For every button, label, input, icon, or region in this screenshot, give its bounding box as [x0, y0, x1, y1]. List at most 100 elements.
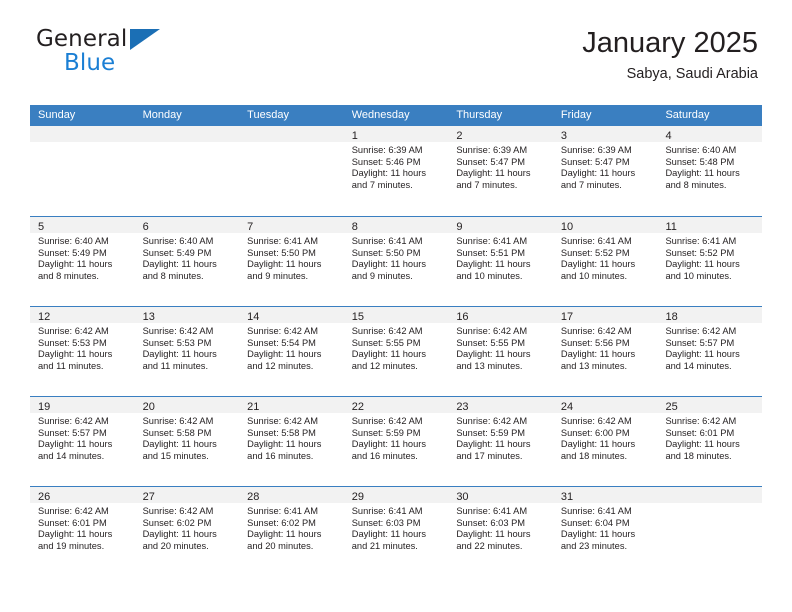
daylight-text: Daylight: 11 hours and 8 minutes. [142, 259, 217, 281]
daylight-text: Daylight: 11 hours and 7 minutes. [456, 168, 531, 190]
calendar-grid: Sunday Monday Tuesday Wednesday Thursday Frid… [30, 105, 763, 576]
day-number: 22 [351, 401, 364, 413]
daylight-text: Daylight: 11 hours and 10 minutes. [665, 259, 740, 281]
location-subtitle: Sabya, Saudi Arabia [626, 66, 758, 82]
sunset-text: Sunset: 6:04 PM [560, 517, 630, 528]
day-details: Sunrise: 6:41 AM Sunset: 5:50 PM Daylight:… [239, 233, 344, 282]
day-cell[interactable]: 9 Sunrise: 6:41 AM Sunset: 5:51 PM Daylight… [448, 217, 553, 306]
daylight-text: Daylight: 11 hours and 10 minutes. [456, 259, 531, 281]
day-number: 23 [456, 401, 469, 413]
day-details: Sunrise: 6:42 AM Sunset: 5:54 PM Daylight:… [239, 323, 344, 372]
day-cell[interactable]: 31 Sunrise: 6:41 AM Sunset: 6:04 PM Dayligh… [552, 487, 658, 576]
day-cell[interactable]: 2 Sunrise: 6:39 AM Sunset: 5:47 PM Daylight… [448, 126, 553, 216]
day-number-strip: 23 [448, 397, 553, 413]
day-cell[interactable]: 23 Sunrise: 6:42 AM Sunset: 5:59 PM Dayligh… [448, 397, 553, 486]
day-number-strip: 13 [134, 307, 240, 323]
day-cell[interactable]: 4 Sunrise: 6:40 AM Sunset: 5:48 PM Daylight… [657, 126, 763, 216]
calendar-week-row: 12 Sunrise: 6:42 AM Sunset: 5:53 PM Dayligh… [30, 306, 763, 396]
day-cell[interactable]: 5 Sunrise: 6:40 AM Sunset: 5:49 PM Daylight… [30, 217, 135, 306]
day-number-strip: 19 [30, 397, 135, 413]
day-details: Sunrise: 6:41 AM Sunset: 5:52 PM Daylight:… [553, 233, 658, 282]
day-details: Sunrise: 6:41 AM Sunset: 5:50 PM Daylight:… [344, 233, 449, 282]
day-cell[interactable]: 30 Sunrise: 6:41 AM Sunset: 6:03 PM Dayligh… [448, 487, 553, 576]
daylight-text: Daylight: 11 hours and 20 minutes. [142, 529, 217, 551]
sunset-text: Sunset: 5:50 PM [351, 247, 421, 258]
sunrise-text: Sunrise: 6:42 AM [247, 326, 318, 336]
day-cell[interactable]: 12 Sunrise: 6:42 AM Sunset: 5:53 PM Dayligh… [30, 307, 135, 396]
day-cell[interactable]: 11 Sunrise: 6:41 AM Sunset: 5:52 PM Dayligh… [657, 217, 763, 306]
day-cell[interactable]: 29 Sunrise: 6:41 AM Sunset: 6:03 PM Dayligh… [343, 487, 449, 576]
day-number: 10 [560, 221, 574, 233]
day-number-strip: 6 [134, 217, 240, 233]
day-cell[interactable]: 25 Sunrise: 6:42 AM Sunset: 6:01 PM Dayligh… [657, 397, 763, 486]
daylight-text: Daylight: 11 hours and 17 minutes. [456, 439, 531, 461]
day-cell[interactable]: 3 Sunrise: 6:39 AM Sunset: 5:47 PM Daylight… [552, 126, 658, 216]
sunset-text: Sunset: 5:53 PM [38, 337, 107, 348]
day-details: Sunrise: 6:41 AM Sunset: 5:52 PM Daylight:… [657, 233, 762, 282]
sunrise-text: Sunrise: 6:42 AM [560, 416, 632, 426]
day-number: 18 [665, 311, 678, 323]
sunrise-text: Sunrise: 6:41 AM [351, 506, 423, 516]
day-details: Sunrise: 6:41 AM Sunset: 6:02 PM Daylight:… [239, 503, 344, 552]
day-cell-empty [134, 126, 240, 216]
sunrise-text: Sunrise: 6:39 AM [351, 145, 423, 155]
day-details: Sunrise: 6:41 AM Sunset: 6:03 PM Daylight:… [448, 503, 553, 552]
day-cell[interactable]: 6 Sunrise: 6:40 AM Sunset: 5:49 PM Daylight… [134, 217, 240, 306]
day-cell[interactable]: 19 Sunrise: 6:42 AM Sunset: 5:57 PM Dayligh… [30, 397, 135, 486]
weekday-header-sunday: Sunday [38, 109, 76, 121]
day-number: 12 [38, 311, 51, 323]
day-cell[interactable]: 27 Sunrise: 6:42 AM Sunset: 6:02 PM Dayligh… [134, 487, 240, 576]
day-cell[interactable]: 14 Sunrise: 6:42 AM Sunset: 5:54 PM Dayligh… [239, 307, 344, 396]
sunrise-text: Sunrise: 6:42 AM [665, 416, 737, 426]
sunrise-text: Sunrise: 6:40 AM [665, 145, 737, 155]
sunset-text: Sunset: 5:53 PM [142, 337, 212, 348]
day-cell[interactable]: 8 Sunrise: 6:41 AM Sunset: 5:50 PM Daylight… [343, 217, 449, 306]
sunrise-text: Sunrise: 6:42 AM [456, 416, 528, 426]
daylight-text: Daylight: 11 hours and 9 minutes. [351, 259, 426, 281]
day-cell[interactable]: 22 Sunrise: 6:42 AM Sunset: 5:59 PM Dayligh… [343, 397, 449, 486]
brand-name-general: General [36, 26, 128, 52]
day-cell[interactable]: 10 Sunrise: 6:41 AM Sunset: 5:52 PM Dayligh… [552, 217, 658, 306]
day-cell[interactable]: 13 Sunrise: 6:42 AM Sunset: 5:53 PM Dayligh… [134, 307, 240, 396]
day-cell[interactable]: 26 Sunrise: 6:42 AM Sunset: 6:01 PM Dayligh… [30, 487, 135, 576]
daylight-text: Daylight: 11 hours and 14 minutes. [38, 439, 113, 461]
day-cell[interactable]: 21 Sunrise: 6:42 AM Sunset: 5:58 PM Dayligh… [239, 397, 344, 486]
daylight-text: Daylight: 11 hours and 9 minutes. [247, 259, 322, 281]
day-cell[interactable]: 17 Sunrise: 6:42 AM Sunset: 5:56 PM Dayligh… [552, 307, 658, 396]
daylight-text: Daylight: 11 hours and 7 minutes. [351, 168, 426, 190]
day-details: Sunrise: 6:42 AM Sunset: 5:59 PM Daylight:… [448, 413, 553, 462]
daylight-text: Daylight: 11 hours and 23 minutes. [560, 529, 636, 551]
sunrise-text: Sunrise: 6:42 AM [351, 416, 423, 426]
day-cell[interactable]: 28 Sunrise: 6:41 AM Sunset: 6:02 PM Dayligh… [239, 487, 344, 576]
day-cell[interactable]: 1 Sunrise: 6:39 AM Sunset: 5:46 PM Daylight… [343, 126, 449, 216]
sunrise-text: Sunrise: 6:42 AM [142, 506, 214, 516]
day-number: 6 [142, 221, 149, 233]
brand-logo[interactable]: General Blue [34, 26, 264, 88]
day-number: 29 [351, 491, 364, 503]
page-title: January 2025 [582, 27, 758, 59]
sunrise-text: Sunrise: 6:41 AM [456, 506, 528, 516]
sunset-text: Sunset: 5:48 PM [665, 156, 735, 167]
day-number-strip: 7 [239, 217, 344, 233]
day-cell[interactable]: 18 Sunrise: 6:42 AM Sunset: 5:57 PM Dayligh… [657, 307, 763, 396]
daylight-text: Daylight: 11 hours and 8 minutes. [665, 168, 740, 190]
daylight-text: Daylight: 11 hours and 8 minutes. [38, 259, 113, 281]
day-details: Sunrise: 6:42 AM Sunset: 5:53 PM Daylight:… [135, 323, 240, 372]
day-number: 9 [456, 221, 463, 233]
day-details: Sunrise: 6:42 AM Sunset: 5:55 PM Daylight:… [344, 323, 449, 372]
day-cell[interactable]: 7 Sunrise: 6:41 AM Sunset: 5:50 PM Daylight… [239, 217, 344, 306]
sunrise-text: Sunrise: 6:41 AM [247, 506, 318, 516]
sunset-text: Sunset: 5:56 PM [560, 337, 630, 348]
sunset-text: Sunset: 5:47 PM [560, 156, 630, 167]
day-cell[interactable]: 20 Sunrise: 6:42 AM Sunset: 5:58 PM Dayligh… [134, 397, 240, 486]
day-cell[interactable]: 24 Sunrise: 6:42 AM Sunset: 6:00 PM Dayligh… [552, 397, 658, 486]
day-cell[interactable]: 16 Sunrise: 6:42 AM Sunset: 5:55 PM Dayligh… [448, 307, 553, 396]
sunset-text: Sunset: 6:02 PM [142, 517, 212, 528]
day-number: 2 [456, 130, 463, 142]
day-number-strip: 9 [448, 217, 553, 233]
sunset-text: Sunset: 5:55 PM [456, 337, 526, 348]
day-cell[interactable]: 15 Sunrise: 6:42 AM Sunset: 5:55 PM Dayligh… [343, 307, 449, 396]
day-number: 17 [560, 311, 574, 323]
calendar-weeks: 1 Sunrise: 6:39 AM Sunset: 5:46 PM Daylight… [30, 126, 763, 576]
sunset-text: Sunset: 5:47 PM [456, 156, 526, 167]
